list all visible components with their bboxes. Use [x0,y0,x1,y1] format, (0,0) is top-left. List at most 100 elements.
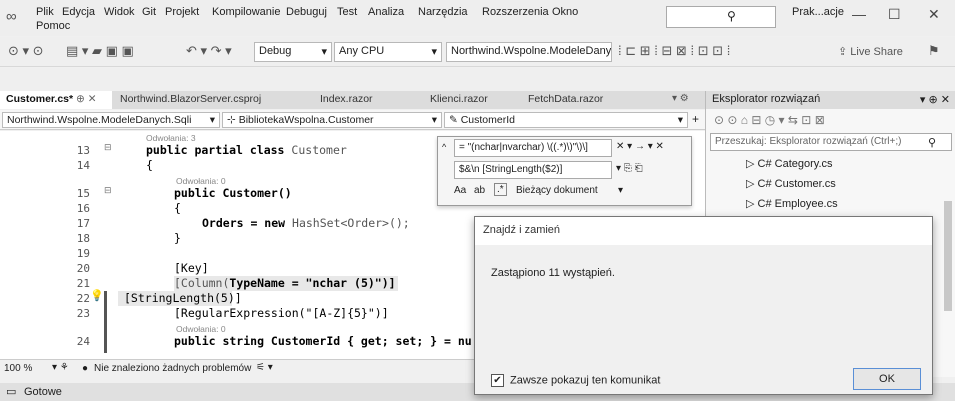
codelens-refs[interactable]: Odwołania: 3 [146,133,196,143]
line-number: 22 [76,292,90,305]
solution-item[interactable]: ▷ C# Customer.cs [746,177,836,190]
code-line: [RegularExpression("[A-Z]{5}")] [174,306,389,320]
chevron-down-icon[interactable]: ▾ ⚘ [52,362,69,373]
code-line: Orders = new HashSet<Order>(); [202,216,410,230]
editor-navigation-bar: Northwind.Wspolne.ModeleDanych.Sqli ▾ ⊹ B… [0,110,705,130]
code-line: } [174,231,181,245]
line-number: 17 [76,217,90,230]
close-icon[interactable]: ✕ [928,6,940,23]
find-next-icon[interactable]: ✕ ▾ → ▾ ✕ [616,141,664,152]
tab-customer-cs[interactable]: Customer.cs* ⊕ ✕ [0,91,112,109]
code-line: public string CustomerId { get; set; } =… [174,334,472,348]
undo-icon[interactable]: ↶ ▾ ↷ ▾ [186,43,232,59]
menu-widok[interactable]: Widok [104,6,135,18]
code-line: [StringLength(5)] [124,291,242,305]
search-icon: ⚲ [727,9,736,23]
match-case-icon[interactable]: Aa [454,185,466,196]
replace-input[interactable]: $&\n [StringLength($2)] [454,161,612,179]
menu-git[interactable]: Git [142,6,156,18]
scrollbar[interactable] [944,201,952,311]
dialog-message: Zastąpiono 11 wystąpień. [491,267,615,279]
collapse-icon[interactable]: ⊟ [104,185,112,196]
scope-dropdown[interactable]: Bieżący dokument [516,185,598,196]
tab-overflow-icon[interactable]: ▾ ⚙ [672,93,689,104]
status-ready: Gotowe [24,386,62,398]
platform-dropdown[interactable]: Any CPU ▾ [334,42,442,62]
live-share-button[interactable]: ⇪ Live Share [838,45,903,58]
feedback-icon[interactable]: ⚑ [928,43,940,59]
line-number: 20 [76,262,90,275]
tab-klienci-razor[interactable]: Klienci.razor [424,91,494,109]
menu-okno[interactable]: Okno [552,6,578,18]
zoom-level[interactable]: 100 % [4,363,32,374]
toolbar-spacer [0,68,955,91]
line-number: 18 [76,232,90,245]
solution-item[interactable]: ▷ C# Category.cs [746,157,833,170]
line-number: 14 [76,159,90,172]
menu-debuguj[interactable]: Debuguj [286,6,327,18]
menu-rozszerzenia[interactable]: Rozszerzenia [482,6,549,18]
menu-plik[interactable]: Plik [36,6,54,18]
solution-item[interactable]: ▷ C# Employee.cs [746,197,838,210]
code-line: [Key] [174,261,209,275]
solution-toolbar-icons[interactable]: ⊙ ⊙ ⌂ ⊟ ◷ ▾ ⇆ ⊡ ⊠ [714,113,825,127]
checkbox-checked-icon[interactable]: ✔ [491,374,504,387]
codelens-refs[interactable]: Odwołania: 0 [176,176,226,186]
code-line: { [146,158,153,172]
minimize-icon[interactable]: — [852,6,866,22]
codelens-refs[interactable]: Odwołania: 0 [176,324,226,334]
code-line: public Customer() [174,186,292,200]
check-icon: ● [82,363,89,374]
code-line: { [174,201,181,215]
project-nav-dropdown[interactable]: Northwind.Wspolne.ModeleDanych.Sqli ▾ [2,112,220,128]
startup-project-dropdown[interactable]: Northwind.Wspolne.ModeleDanycl▾ [446,42,612,62]
member-nav-dropdown[interactable]: ✎ CustomerId ▾ [444,112,688,128]
split-editor-icon[interactable]: + [692,112,699,126]
problems-status[interactable]: Nie znaleziono żadnych problemów [94,363,251,374]
tab-fetchdata-razor[interactable]: FetchData.razor [522,91,609,109]
document-tabs: Customer.cs* ⊕ ✕ Northwind.BlazorServer.… [0,91,705,109]
search-icon[interactable]: ⚲ [928,136,936,149]
tab-index-razor[interactable]: Index.razor [314,91,379,109]
menu-narzedzia[interactable]: Narzędzia [418,6,468,18]
configuration-dropdown[interactable]: Debug ▾ [254,42,332,62]
menu-projekt[interactable]: Projekt [165,6,199,18]
line-number: 19 [76,247,90,260]
maximize-icon[interactable]: ☐ [888,6,901,23]
lightbulb-icon[interactable]: 💡 [90,289,104,302]
line-number: 16 [76,202,90,215]
menu-bar: ∞ Plik Edycja Widok Git Projekt Kompilow… [0,0,955,36]
search-box[interactable]: ⚲ [666,6,776,28]
brush-icon[interactable]: ⚟ ▾ [256,362,273,373]
menu-edycja[interactable]: Edycja [62,6,95,18]
new-project-icon[interactable]: ▤ ▾ ▰ ▣ ▣ [66,43,134,59]
menu-test[interactable]: Test [337,6,357,18]
dialog-title: Znajdź i zamień [475,217,932,245]
line-number: 23 [76,307,90,320]
find-input[interactable]: = "(nchar|nvarchar) \((.*)\)"\)\] [454,139,612,157]
toolbar: ⊙ ▾ ⊙ ▤ ▾ ▰ ▣ ▣ ↶ ▾ ↷ ▾ Debug ▾ Any CPU ▾ … [0,37,955,67]
line-number: 15 [76,187,90,200]
toolbar-tools-icon[interactable]: ⁞ ⊏ ⊞ ⁞ ⊟ ⊠ ⁞ ⊡ ⊡ ⁞ [618,43,730,59]
back-icon[interactable]: ⊙ ▾ ⊙ [8,43,44,59]
chevron-down-icon[interactable]: ▾ [618,185,623,196]
class-nav-dropdown[interactable]: ⊹ BibliotekaWspolna.Customer ▾ [222,112,442,128]
ok-button[interactable]: OK [853,368,921,390]
whole-word-icon[interactable]: ab [474,185,485,196]
line-number: 13 [76,144,90,157]
find-replace-widget: ^ = "(nchar|nvarchar) \((.*)\)"\)\] ✕ ▾ … [437,136,692,206]
output-icon: ▭ [6,386,17,398]
menu-kompilowanie[interactable]: Kompilowanie [212,6,280,18]
regex-icon[interactable]: .* [494,183,507,196]
menu-analiza[interactable]: Analiza [368,6,404,18]
always-show-checkbox[interactable]: ✔ Zawsze pokazuj ten komunikat [491,374,660,387]
solution-search-input[interactable]: Przeszukaj: Eksplorator rozwiązań (Ctrl+… [710,133,952,151]
collapse-icon[interactable]: ⊟ [104,142,112,153]
code-line: public partial class Customer [146,143,347,157]
solution-explorer-title: Eksplorator rozwiązań ▾ ⊕ ✕ [706,91,955,109]
tab-blazorserver-csproj[interactable]: Northwind.BlazorServer.csproj [114,91,267,109]
code-line: [Column(TypeName = "nchar (5)")] [174,276,396,290]
collapse-toggle-icon[interactable]: ^ [442,142,446,152]
replace-all-icon[interactable]: ▾ ⎘ ⎗ [616,163,643,174]
menu-pomoc[interactable]: Pomoc [36,20,70,32]
